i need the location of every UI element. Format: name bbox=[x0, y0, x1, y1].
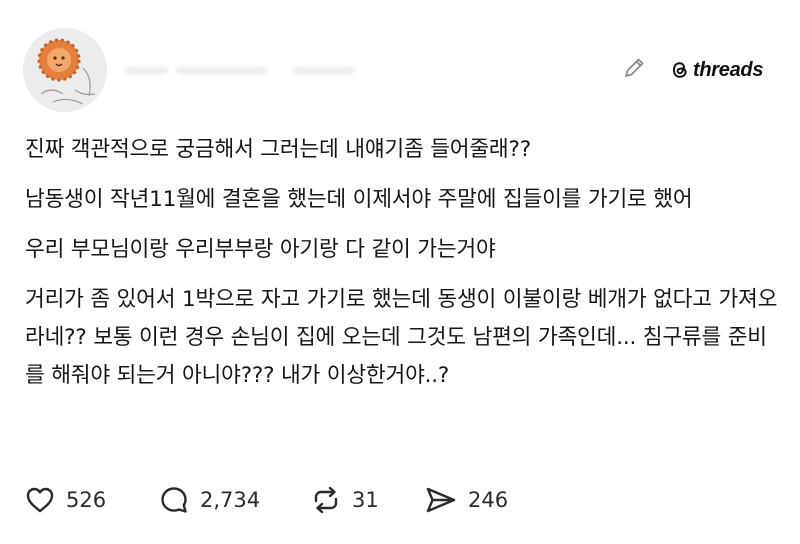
pencil-icon bbox=[625, 58, 644, 77]
post-paragraph-1: 진짜 객관적으로 궁금해서 그러는데 내얘기좀 들어줄래?? bbox=[25, 137, 531, 162]
threads-brand[interactable]: threads bbox=[670, 58, 763, 82]
edit-button[interactable] bbox=[618, 52, 650, 84]
username-redacted[interactable] bbox=[124, 62, 384, 80]
heart-icon bbox=[26, 487, 54, 513]
brand-name: threads bbox=[693, 58, 764, 81]
like-count: 526 bbox=[66, 488, 107, 512]
repost-count: 31 bbox=[352, 488, 379, 512]
post-paragraph-2: 남동생이 작년11월에 결혼을 했는데 이제서야 주말에 집들이를 가기로 했어 bbox=[25, 187, 693, 212]
repost-icon bbox=[314, 486, 338, 514]
reply-count: 2,734 bbox=[200, 488, 261, 512]
like-button[interactable]: 526 bbox=[24, 480, 106, 520]
repost-button[interactable]: 31 bbox=[310, 480, 379, 520]
post-header: threads bbox=[0, 0, 800, 118]
comment-icon bbox=[161, 487, 187, 513]
threads-logo-icon bbox=[672, 62, 687, 78]
post-actions: 526 2,734 31 246 bbox=[0, 480, 800, 520]
post-paragraph-3: 우리 부모님이랑 우리부부랑 아기랑 다 같이 가는거야 bbox=[25, 237, 496, 262]
blurred-text bbox=[176, 67, 268, 74]
blurred-text bbox=[292, 67, 354, 74]
share-count: 246 bbox=[468, 488, 509, 512]
blurred-text bbox=[124, 67, 168, 74]
post-body: 진짜 객관적으로 궁금해서 그러는데 내얘기좀 들어줄래?? 남동생이 작년11… bbox=[25, 131, 785, 407]
reply-button[interactable]: 2,734 bbox=[158, 480, 260, 520]
share-icon bbox=[426, 487, 456, 513]
post-paragraph-4: 거리가 좀 있어서 1박으로 자고 가기로 했는데 동생이 이불이랑 베개가 없… bbox=[25, 287, 778, 388]
share-button[interactable]: 246 bbox=[424, 480, 508, 520]
avatar[interactable] bbox=[23, 28, 107, 112]
